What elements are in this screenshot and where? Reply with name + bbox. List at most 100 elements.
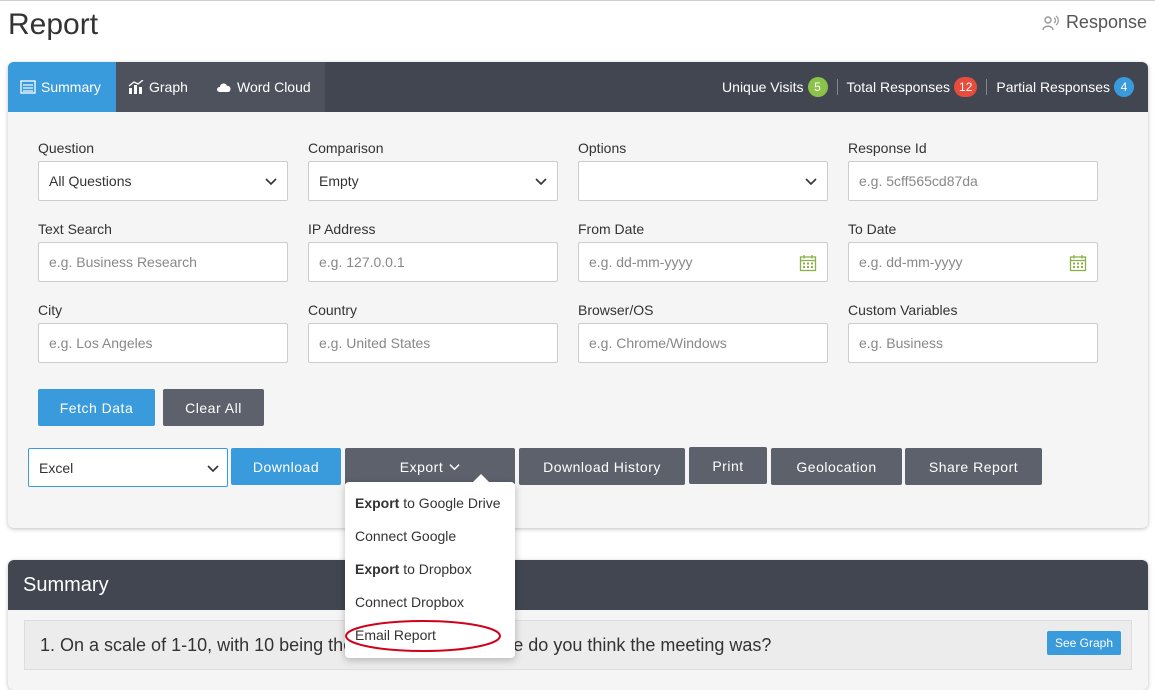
menu-item-email-report[interactable]: Email Report — [355, 627, 436, 643]
response-id-filter: Response Id e.g. 5cff565cd87da — [848, 140, 1098, 201]
download-button[interactable]: Download — [231, 448, 341, 485]
question-filter: Question All Questions — [38, 140, 288, 201]
response-id-placeholder: e.g. 5cff565cd87da — [859, 173, 978, 189]
country-input[interactable]: e.g. United States — [308, 323, 558, 363]
city-label: City — [38, 302, 63, 318]
response-link-label: Response — [1065, 12, 1147, 32]
from-date-input[interactable]: e.g. dd-mm-yyyy — [578, 242, 828, 282]
country-filter: Country e.g. United States — [308, 302, 558, 363]
response-link[interactable]: Response — [1042, 12, 1147, 33]
text-search-input[interactable]: e.g. Business Research — [38, 242, 288, 282]
ip-address-label: IP Address — [308, 221, 376, 237]
geolocation-button[interactable]: Geolocation — [771, 448, 902, 485]
cloud-icon — [217, 83, 231, 92]
ip-address-placeholder: e.g. 127.0.0.1 — [319, 254, 405, 270]
comparison-select[interactable]: Empty — [308, 161, 558, 201]
share-report-button[interactable]: Share Report — [905, 448, 1042, 485]
tab-bar: Summary Graph Word Cloud Unique Visits 5 — [8, 62, 1148, 112]
options-filter: Options — [578, 140, 828, 201]
city-input[interactable]: e.g. Los Angeles — [38, 323, 288, 363]
export-dropdown-menu: Export to Google Drive Connect Google Ex… — [345, 474, 515, 658]
question-select-value: All Questions — [49, 173, 132, 189]
summary-header: Summary — [8, 560, 1148, 610]
browser-os-filter: Browser/OS e.g. Chrome/Windows — [578, 302, 828, 363]
total-responses-badge: 12 — [954, 77, 978, 97]
top-divider — [0, 0, 1155, 1]
tab-graph-label: Graph — [149, 79, 188, 95]
bar-chart-icon — [128, 80, 144, 94]
menu-item-connect-dropbox[interactable]: Connect Dropbox — [355, 594, 464, 610]
options-label: Options — [578, 140, 627, 156]
to-date-label: To Date — [848, 221, 897, 237]
browser-os-placeholder: e.g. Chrome/Windows — [589, 335, 727, 351]
unique-visits-badge: 5 — [807, 77, 828, 97]
country-label: Country — [308, 302, 358, 318]
question-select[interactable]: All Questions — [38, 161, 288, 201]
to-date-input[interactable]: e.g. dd-mm-yyyy — [848, 242, 1098, 282]
list-icon — [20, 80, 36, 94]
calendar-icon[interactable] — [1069, 254, 1087, 272]
custom-variables-label: Custom Variables — [848, 302, 958, 318]
chevron-down-icon — [535, 178, 547, 186]
stat-divider — [836, 79, 838, 95]
stat-unique-visits: Unique Visits 5 — [722, 77, 828, 97]
respondents-icon — [1042, 15, 1059, 30]
export-format-select[interactable]: Excel — [28, 448, 228, 487]
custom-variables-placeholder: e.g. Business — [859, 335, 944, 351]
tab-summary-label: Summary — [41, 79, 101, 95]
options-select[interactable] — [578, 161, 828, 201]
comparison-select-value: Empty — [319, 173, 359, 189]
calendar-icon[interactable] — [799, 254, 817, 272]
stat-partial-responses: Partial Responses 4 — [996, 77, 1134, 97]
browser-os-input[interactable]: e.g. Chrome/Windows — [578, 323, 828, 363]
text-search-filter: Text Search e.g. Business Research — [38, 221, 288, 282]
city-filter: City e.g. Los Angeles — [38, 302, 288, 363]
chevron-down-icon — [805, 178, 817, 186]
question-label: Question — [38, 140, 95, 156]
chevron-down-icon — [207, 465, 219, 473]
summary-card: Summary 1. On a scale of 1-10, with 10 b… — [8, 560, 1148, 690]
tab-graph[interactable]: Graph — [116, 62, 204, 112]
tab-summary[interactable]: Summary — [8, 62, 116, 112]
stat-unique-visits-label: Unique Visits — [722, 79, 804, 95]
tab-word-cloud[interactable]: Word Cloud — [204, 62, 325, 112]
comparison-filter: Comparison Empty — [308, 140, 558, 201]
response-stats: Unique Visits 5 Total Responses 12 Parti… — [722, 62, 1134, 112]
see-graph-button[interactable]: See Graph — [1046, 631, 1121, 655]
stat-partial-responses-label: Partial Responses — [996, 79, 1110, 95]
chevron-down-icon — [265, 178, 277, 186]
menu-item-connect-google[interactable]: Connect Google — [355, 528, 456, 544]
to-date-filter: To Date e.g. dd-mm-yyyy — [848, 221, 1098, 282]
custom-variables-input[interactable]: e.g. Business — [848, 323, 1098, 363]
chevron-down-icon — [449, 464, 460, 471]
menu-item-export-dropbox[interactable]: Export to Dropbox — [355, 561, 472, 577]
print-button[interactable]: Print — [689, 447, 767, 484]
report-panel: Summary Graph Word Cloud Unique Visits 5 — [8, 62, 1148, 528]
stat-divider — [986, 79, 988, 95]
tab-word-cloud-label: Word Cloud — [237, 79, 311, 95]
ip-address-input[interactable]: e.g. 127.0.0.1 — [308, 242, 558, 282]
export-format-value: Excel — [39, 459, 74, 476]
response-id-label: Response Id — [848, 140, 927, 156]
menu-item-export-google-drive[interactable]: Export to Google Drive — [355, 495, 501, 511]
download-history-button[interactable]: Download History — [519, 448, 685, 485]
from-date-filter: From Date e.g. dd-mm-yyyy — [578, 221, 828, 282]
export-button-label: Export — [399, 458, 444, 475]
dropdown-caret — [473, 474, 489, 482]
comparison-label: Comparison — [308, 140, 384, 156]
export-dropdown-button[interactable]: Export — [345, 448, 515, 485]
from-date-label: From Date — [578, 221, 645, 237]
text-search-placeholder: e.g. Business Research — [49, 254, 197, 270]
city-placeholder: e.g. Los Angeles — [49, 335, 153, 351]
country-placeholder: e.g. United States — [319, 335, 431, 351]
to-date-placeholder: e.g. dd-mm-yyyy — [859, 254, 963, 270]
custom-variables-filter: Custom Variables e.g. Business — [848, 302, 1098, 363]
from-date-placeholder: e.g. dd-mm-yyyy — [589, 254, 693, 270]
question-row: 1. On a scale of 1-10, with 10 being the… — [24, 620, 1132, 670]
browser-os-label: Browser/OS — [578, 302, 654, 318]
ip-address-filter: IP Address e.g. 127.0.0.1 — [308, 221, 558, 282]
clear-all-button[interactable]: Clear All — [163, 389, 264, 426]
fetch-data-button[interactable]: Fetch Data — [38, 389, 155, 426]
response-id-input[interactable]: e.g. 5cff565cd87da — [848, 161, 1098, 201]
page-title: Report — [8, 8, 99, 41]
